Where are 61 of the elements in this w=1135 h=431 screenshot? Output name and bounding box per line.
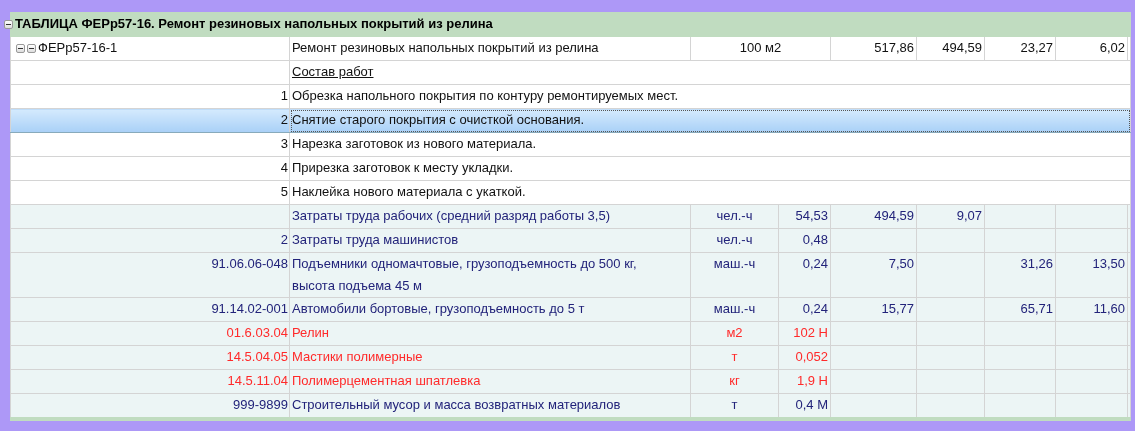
price-cell: 31,26 [1020,256,1053,271]
resource-code: 91.14.02-001 [211,301,288,316]
unit-cell: м2 [726,325,743,340]
norm-code: ФЕРр57-16-1 [38,39,118,57]
norm-name: Ремонт резиновых напольных покрытий из релина [292,40,599,55]
resource-code: 14.5.04.05 [226,349,288,364]
resource-code: 91.06.06-048 [211,256,288,271]
price-cell: 494,59 [942,40,982,55]
quantity-cell: 0,24 [802,301,828,316]
section-title: ТАБЛИЦА ФЕРр57-16. Ремонт резиновых напольных покрытий из релина [15,15,493,33]
collapse-icon[interactable] [16,43,25,53]
price-cell: 23,27 [1020,40,1053,55]
resource-code: 01.6.03.04 [226,325,288,340]
quantity-cell: 0,4 М [795,397,828,412]
resource-code: 999-9899 [233,397,288,412]
unit-cell: кг [729,373,740,388]
unit-cell: т [731,349,738,364]
resource-name: Релин [292,325,329,340]
price-cell: 517,86 [874,40,914,55]
step-text: Наклейка нового материала с укаткой. [292,184,526,199]
price-cell: 11,60 [1093,301,1125,316]
unit-cell: т [731,397,738,412]
quantity-cell: 0,052 [795,349,828,364]
step-text: Обрезка напольного покрытия по контуру ремонтируемых мест. [292,88,678,103]
resource-name: Затраты труда рабочих (средний разряд работы 3,5) [292,208,611,223]
resource-name: Затраты труда машинистов [292,232,459,247]
step-text: Нарезка заготовок из нового материала. [292,136,537,151]
quantity-cell: 54,53 [795,208,828,223]
resource-name: Полимерцементная шпатлевка [292,373,481,388]
price-cell: 13,50 [1092,256,1125,271]
collapse-icon[interactable] [4,19,13,29]
resource-code: 2 [280,232,288,247]
step-number: 2 [280,112,288,127]
quantity-cell: 1,9 Н [796,373,828,388]
price-cell: 6,02 [1099,40,1125,55]
price-cell: 15,77 [881,301,914,316]
quantity-cell: 0,24 [802,256,828,271]
step-number: 5 [280,184,288,199]
unit-cell: чел.-ч [716,232,753,247]
price-cell: 65,71 [1020,301,1053,316]
resource-name: Мастики полимерные [292,349,423,364]
unit-cell: 100 м2 [739,40,782,55]
quantity-cell: 102 Н [793,325,828,340]
unit-cell: маш.-ч [713,301,756,316]
step-number: 4 [280,160,288,175]
price-cell: 9,07 [956,208,982,223]
collapse-icon[interactable] [27,43,36,53]
step-text: Снятие старого покрытия с очисткой основания. [292,112,585,127]
step-number: 3 [280,136,288,151]
price-cell: 7,50 [888,256,914,271]
resource-name: Строительный мусор и масса возвратных материалов [292,397,621,412]
unit-cell: чел.-ч [716,208,753,223]
resource-name: Подъемники одномачтовые, грузоподъемность до 500 кг, высота подъема 45 м [292,256,637,293]
unit-cell: маш.-ч [713,256,756,271]
works-heading: Состав работ [292,64,374,79]
quantity-cell: 0,48 [802,232,828,247]
step-text: Прирезка заготовок к месту укладки. [292,160,514,175]
resource-code: 14.5.11.04 [227,373,288,388]
resource-name: Автомобили бортовые, грузоподъемность до 5 т [292,301,585,316]
price-cell: 494,59 [874,208,914,223]
step-number: 1 [280,88,288,103]
